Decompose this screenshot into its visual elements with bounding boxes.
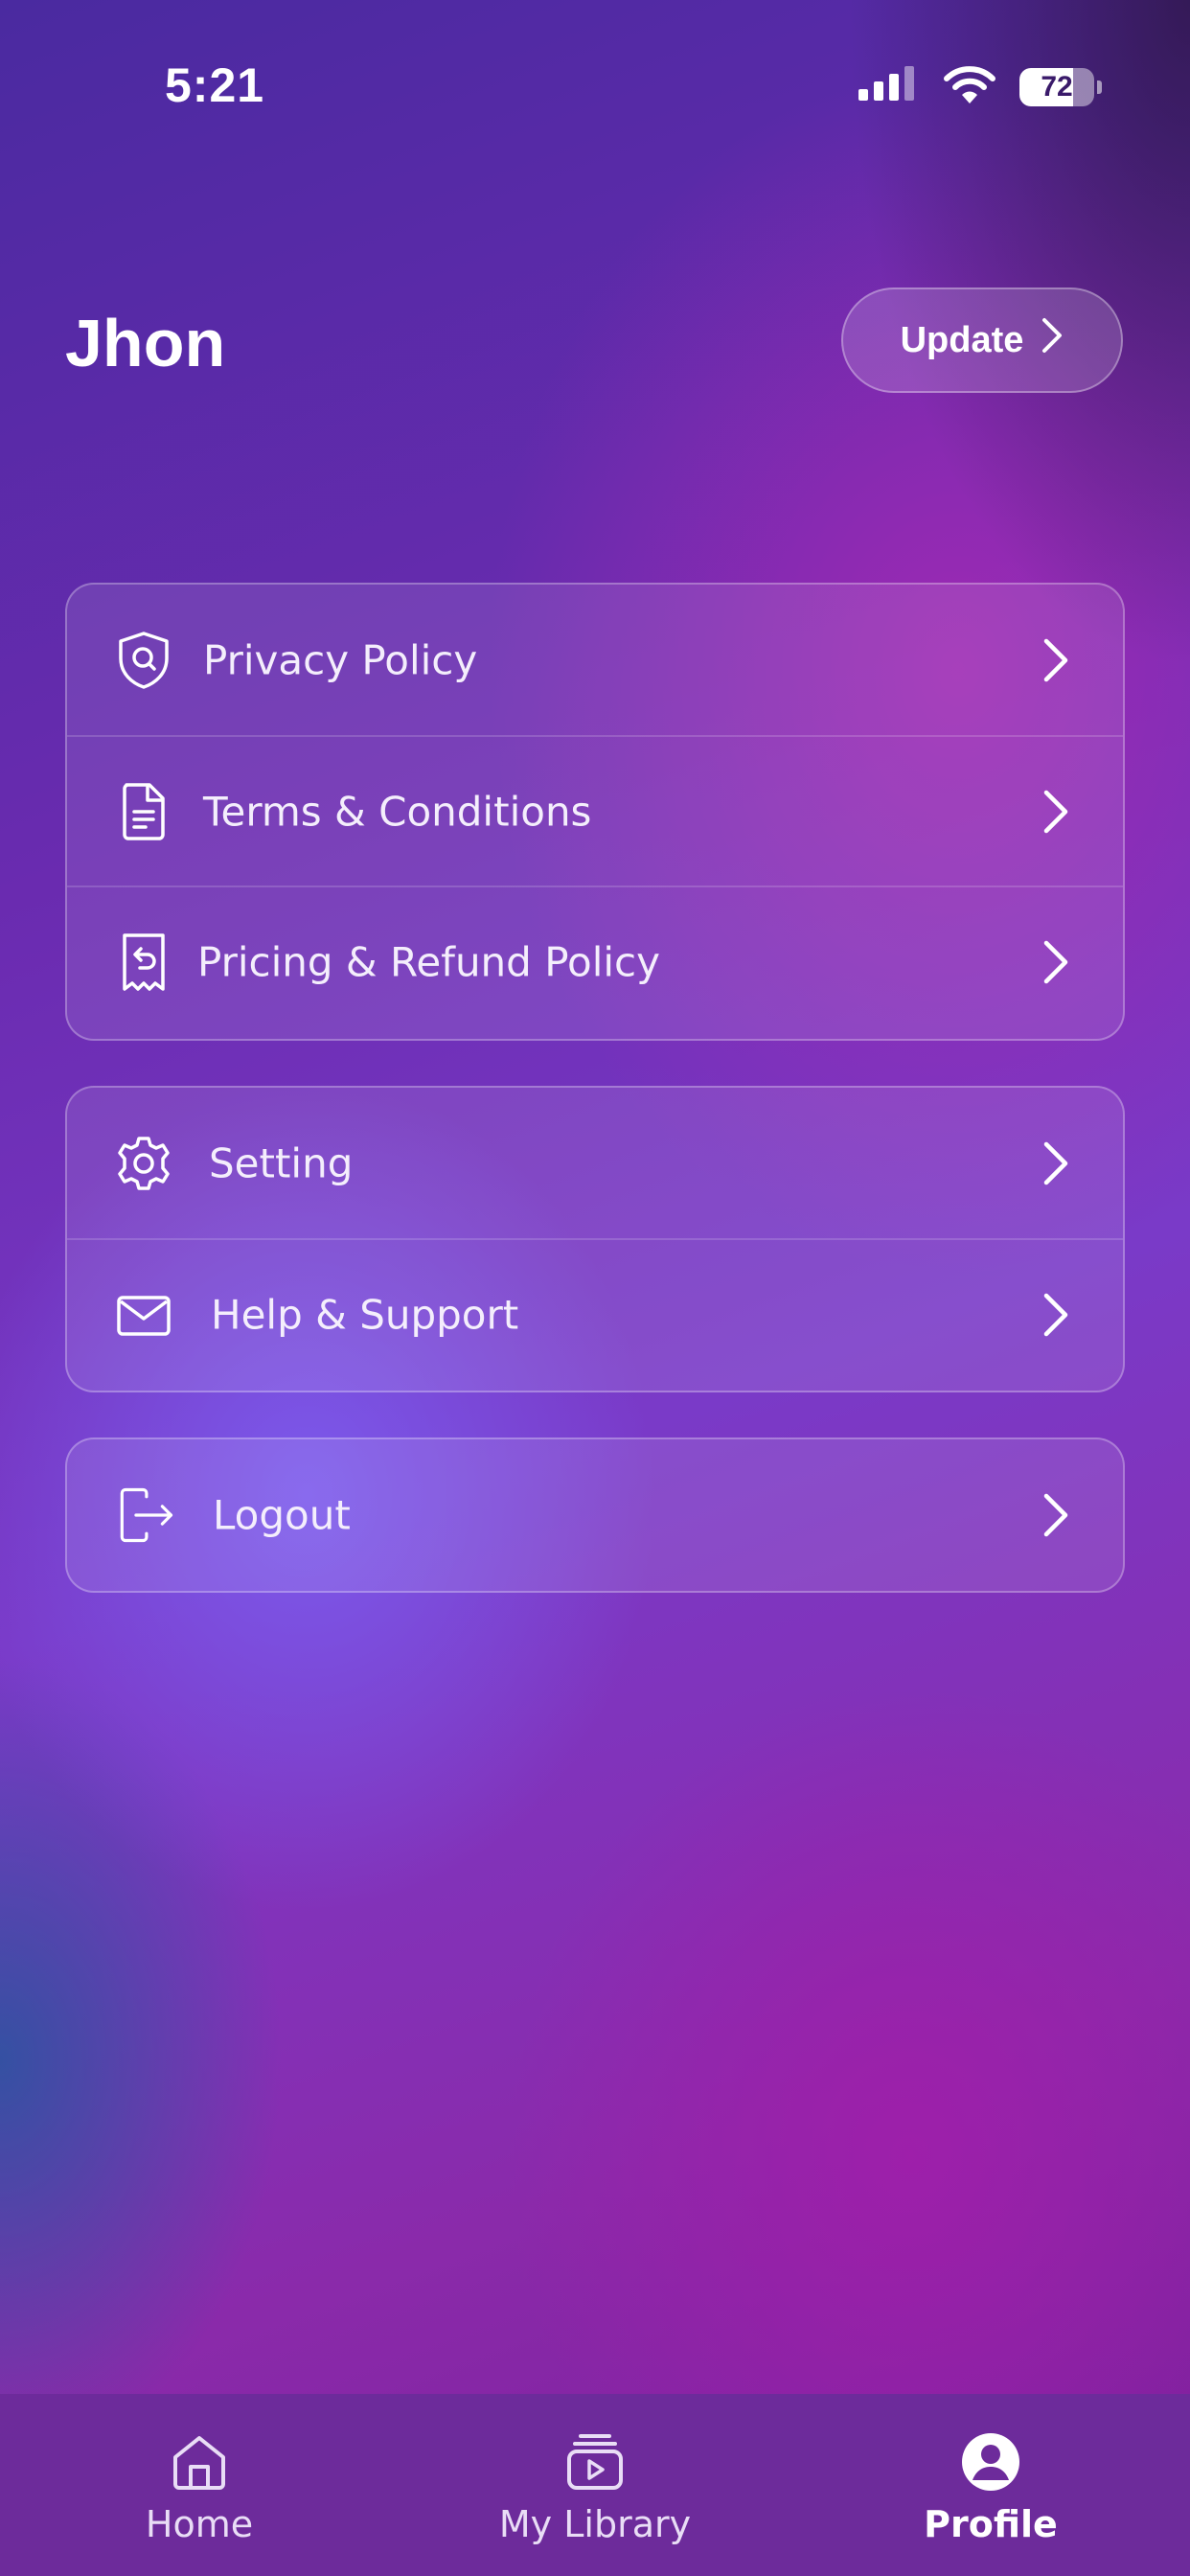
wifi-icon bbox=[943, 65, 996, 109]
tab-my-library[interactable]: My Library bbox=[451, 2394, 739, 2576]
chevron-right-icon bbox=[1043, 1493, 1068, 1537]
menu-item-privacy-policy[interactable]: Privacy Policy bbox=[67, 585, 1123, 735]
menu-item-setting[interactable]: Setting bbox=[67, 1088, 1123, 1238]
menu-item-label: Setting bbox=[209, 1139, 354, 1186]
chevron-right-icon bbox=[1043, 638, 1068, 681]
menu-item-label: Pricing & Refund Policy bbox=[197, 938, 660, 985]
chevron-right-icon bbox=[1043, 1293, 1068, 1336]
logout-icon bbox=[115, 1484, 176, 1546]
bottom-tab-bar: Home My Library Profile bbox=[0, 2394, 1190, 2576]
profile-icon bbox=[957, 2428, 1024, 2496]
chevron-right-icon bbox=[1043, 1141, 1068, 1184]
cellular-signal-icon bbox=[858, 66, 920, 108]
gear-icon bbox=[113, 1133, 174, 1194]
receipt-refund-icon bbox=[113, 932, 174, 993]
menu-item-label: Logout bbox=[213, 1491, 351, 1539]
chevron-right-icon bbox=[1043, 790, 1068, 833]
tab-profile[interactable]: Profile bbox=[847, 2394, 1134, 2576]
settings-menu-card: Setting Help & Support bbox=[65, 1086, 1125, 1392]
logout-menu-card: Logout bbox=[65, 1438, 1125, 1593]
update-button-label: Update bbox=[900, 319, 1024, 360]
menu-item-pricing-refund[interactable]: Pricing & Refund Policy bbox=[67, 886, 1123, 1036]
user-name: Jhon bbox=[65, 306, 226, 380]
battery-icon: 72 bbox=[1019, 68, 1102, 106]
status-icons: 72 bbox=[858, 65, 1102, 109]
document-icon bbox=[113, 781, 174, 842]
profile-screen: 5:21 72 Jhon Update Privacy Policy Terms… bbox=[0, 0, 1190, 2576]
tab-label: Home bbox=[145, 2503, 254, 2545]
legal-menu-card: Privacy Policy Terms & Conditions Pricin… bbox=[65, 583, 1125, 1041]
menu-item-logout[interactable]: Logout bbox=[67, 1439, 1123, 1591]
mail-icon bbox=[113, 1284, 174, 1346]
shield-search-icon bbox=[113, 630, 174, 691]
chevron-right-icon bbox=[1043, 940, 1068, 983]
update-button[interactable]: Update bbox=[841, 288, 1123, 393]
menu-item-help-support[interactable]: Help & Support bbox=[67, 1238, 1123, 1389]
menu-item-terms-conditions[interactable]: Terms & Conditions bbox=[67, 735, 1123, 886]
home-icon bbox=[166, 2428, 233, 2496]
status-time: 5:21 bbox=[165, 58, 265, 112]
battery-level: 72 bbox=[1041, 71, 1073, 103]
menu-item-label: Terms & Conditions bbox=[203, 788, 592, 835]
chevron-right-icon bbox=[1041, 316, 1064, 364]
library-play-icon bbox=[561, 2428, 629, 2496]
tab-home[interactable]: Home bbox=[56, 2394, 343, 2576]
menu-item-label: Privacy Policy bbox=[203, 636, 478, 683]
tab-label: Profile bbox=[924, 2503, 1058, 2545]
tab-label: My Library bbox=[498, 2503, 692, 2545]
menu-item-label: Help & Support bbox=[211, 1291, 519, 1338]
